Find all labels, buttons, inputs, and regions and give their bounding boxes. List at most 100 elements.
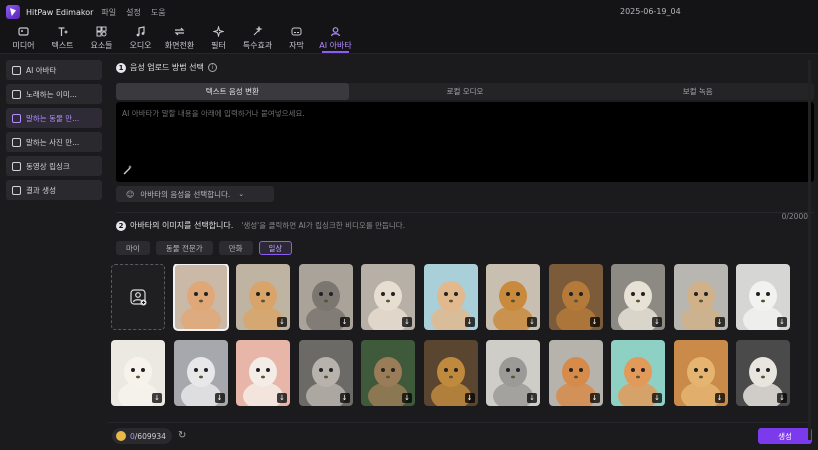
toolbar-tab-media[interactable]: 미디어 [4, 23, 43, 53]
character-count: 0/2000 [781, 212, 808, 221]
avatar-thumb-cat-grey[interactable]: ↓ [298, 264, 353, 330]
avatar-thumb-tabby-cat[interactable]: ↓ [361, 340, 415, 406]
avatar-thumb-poodle[interactable]: ↓ [361, 264, 415, 330]
download-icon[interactable]: ↓ [652, 393, 662, 403]
toolbar-tab-transition[interactable]: 화면전환 [160, 23, 199, 53]
voice-tab-0[interactable]: 텍스트 음성 변환 [116, 83, 349, 100]
toolbar-tab-filter[interactable]: 필터 [199, 23, 238, 53]
download-icon[interactable]: ↓ [464, 393, 475, 403]
media-icon [18, 26, 29, 37]
avatar-thumb-hamster[interactable]: ↓ [236, 264, 290, 330]
avatar-thumb-samoyed[interactable]: ↓ [111, 340, 165, 406]
toolbar-tab-effects[interactable]: 특수효과 [238, 23, 277, 53]
sidebar-item-image[interactable]: 노래하는 이미... [6, 84, 102, 104]
footer-bar: 0 /609934 ↻ 생성 [108, 422, 812, 450]
download-icon[interactable]: ↓ [339, 317, 350, 327]
ai-avatar-icon [330, 26, 341, 37]
sidebar-item-label: 말하는 사진 만... [26, 137, 80, 147]
avatar-thumb-lion[interactable]: ↓ [548, 264, 603, 330]
sidebar-item-result[interactable]: 결과 생성 [6, 180, 102, 200]
avatar-thumb-deer[interactable]: ↓ [673, 264, 728, 330]
download-icon[interactable]: ↓ [777, 393, 787, 403]
result-icon [12, 185, 21, 195]
avatar-thumb-rabbit[interactable]: ↓ [423, 264, 478, 330]
filter-chip-2[interactable]: 만화 [218, 241, 253, 255]
app-window: HitPaw Edimakor 파일 설정 도움 2025-06-19_04 미… [0, 0, 818, 450]
toolbar-tab-label: 요소들 [90, 40, 113, 50]
app-logo-icon [6, 5, 20, 19]
toolbar-tab-elements[interactable]: 요소들 [82, 23, 121, 53]
avatar-thumb-ragdoll-cat[interactable]: ↓ [173, 340, 228, 406]
download-icon[interactable]: ↓ [214, 393, 225, 403]
upload-avatar-button[interactable] [111, 264, 165, 330]
refresh-icon[interactable]: ↻ [178, 430, 190, 442]
menu-help[interactable]: 도움 [151, 7, 166, 18]
toolbar-tab-ai-avatar[interactable]: AI 아바타 [316, 23, 355, 53]
filter-icon [213, 25, 224, 37]
title-bar: HitPaw Edimakor 파일 설정 도움 2025-06-19_04 [0, 0, 818, 24]
sidebar-item-animal[interactable]: 말하는 동물 만... [6, 108, 102, 128]
sidebar-item-avatar[interactable]: AI 아바타 [6, 60, 102, 80]
scrollbar[interactable] [808, 60, 811, 440]
animal-photo [173, 264, 228, 330]
toolbar-tab-subtitle[interactable]: 자막 [277, 23, 316, 53]
select-voice-button[interactable]: ☺ 아바타의 음성을 선택합니다. ⌄ [116, 186, 274, 202]
filter-chip-3[interactable]: 일상 [258, 241, 293, 255]
avatar-thumb-white-mouse[interactable]: ↓ [236, 340, 290, 406]
coin-icon [116, 431, 126, 441]
subtitle-icon [291, 26, 302, 37]
photo-icon [12, 137, 21, 147]
download-icon[interactable]: ↓ [152, 393, 162, 403]
avatar-thumb-ginger-cat[interactable]: ↓ [548, 340, 603, 406]
download-icon[interactable]: ↓ [464, 317, 475, 327]
sidebar-item-label: 노래하는 이미... [26, 89, 77, 99]
toolbar-tab-text[interactable]: 텍스트 [43, 23, 82, 53]
toolbar-tab-label: AI 아바타 [319, 40, 352, 50]
main-panel: 1 음성 업로드 방법 선택 i 텍스트 음성 변환 로컬 오디오 보컬 녹음 AI… [108, 56, 814, 450]
avatar-thumb-cat-fluffy[interactable] [172, 264, 229, 331]
download-icon[interactable]: ↓ [714, 317, 725, 327]
filter-chip-1[interactable]: 동물 전문가 [155, 241, 213, 255]
avatar-thumb-lion-face[interactable]: ↓ [423, 340, 478, 406]
avatar-thumb-black-sheep[interactable]: ↓ [298, 340, 353, 406]
download-icon[interactable]: ↓ [339, 393, 350, 403]
download-icon[interactable]: ↓ [402, 393, 412, 403]
download-icon[interactable]: ↓ [402, 317, 412, 327]
download-icon[interactable]: ↓ [527, 317, 537, 327]
audio-icon [135, 25, 146, 37]
magic-wand-icon[interactable] [122, 164, 134, 176]
toolbar-tab-audio[interactable]: 오디오 [121, 23, 160, 53]
download-icon[interactable]: ↓ [589, 317, 600, 327]
menu-settings[interactable]: 설정 [126, 7, 141, 18]
voice-tab-1[interactable]: 로컬 오디오 [349, 83, 582, 100]
voice-tab-2[interactable]: 보컬 녹음 [581, 83, 814, 100]
avatar-thumb-golden-retriever[interactable]: ↓ [486, 264, 540, 330]
avatar-thumb-white-wolf[interactable]: ↓ [736, 264, 790, 330]
menu-file[interactable]: 파일 [101, 7, 116, 18]
avatar-thumb-chinchilla[interactable]: ↓ [486, 340, 540, 406]
download-icon[interactable]: ↓ [277, 317, 287, 327]
avatar-category-filters: 마이 동물 전문가 만화 일상 [116, 241, 293, 255]
step1-number: 1 [116, 62, 126, 73]
download-icon[interactable]: ↓ [652, 317, 662, 327]
download-icon[interactable]: ↓ [777, 317, 787, 327]
avatar-thumb-sheep[interactable]: ↓ [611, 264, 665, 330]
menu-bar: 파일 설정 도움 [101, 7, 175, 18]
info-icon[interactable]: i [207, 63, 217, 72]
avatar-thumb-maltese[interactable]: ↓ [736, 340, 790, 406]
sidebar-item-lipsync[interactable]: 동영상 립싱크 [6, 156, 102, 176]
sidebar-item-photo[interactable]: 말하는 사진 만... [6, 132, 102, 152]
toolbar-tab-label: 화면전환 [164, 40, 195, 50]
avatar-thumb-labrador[interactable]: ↓ [673, 340, 728, 406]
textarea-placeholder: AI 아바타가 말할 내용을 아래에 입력하거나 붙여넣으세요. [122, 109, 305, 118]
step2-title: 아바타의 이미지를 선택합니다. [130, 221, 234, 230]
script-textarea[interactable]: AI 아바타가 말할 내용을 아래에 입력하거나 붙여넣으세요. 0/2000 [116, 102, 814, 221]
avatar-thumb-orange-cat[interactable]: ↓ [611, 340, 665, 406]
download-icon[interactable]: ↓ [277, 393, 287, 403]
filter-chip-0[interactable]: 마이 [116, 241, 150, 255]
sidebar-item-label: 결과 생성 [26, 185, 56, 195]
download-icon[interactable]: ↓ [589, 393, 600, 403]
download-icon[interactable]: ↓ [714, 393, 725, 403]
download-icon[interactable]: ↓ [527, 393, 537, 403]
generate-button[interactable]: 생성 [758, 428, 812, 444]
